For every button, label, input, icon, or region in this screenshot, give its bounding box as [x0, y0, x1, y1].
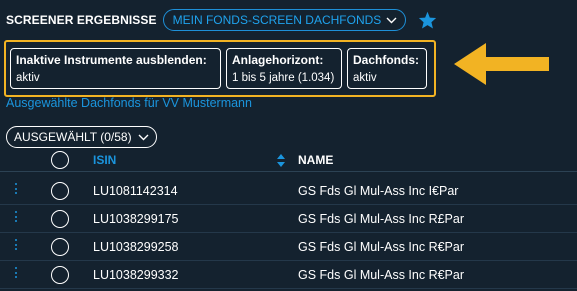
filter-chip-value: aktiv — [353, 72, 377, 84]
filter-chip-title: Inaktive Instrumente ausblenden: — [16, 53, 207, 67]
column-header-isin[interactable]: ISIN — [93, 153, 116, 167]
row-select-radio[interactable] — [51, 210, 69, 228]
cell-isin: LU1038299332 — [93, 268, 179, 282]
cell-isin: LU1038299258 — [93, 240, 179, 254]
selected-count-dropdown[interactable]: AUSGEWÄHLT (0/58) — [6, 126, 157, 148]
cell-isin: LU1081142314 — [93, 184, 178, 198]
filter-chip-title: Anlagehorizont: — [232, 53, 324, 67]
screener-header: SCREENER ERGEBNISSE MEIN FONDS-SCREEN DA… — [6, 9, 437, 31]
row-select-radio[interactable] — [51, 266, 69, 284]
table-row[interactable]: LU1038299258 GS Fds Gl Mul-Ass Inc R€Par — [0, 234, 577, 261]
selected-count-label: AUSGEWÄHLT (0/58) — [14, 130, 132, 144]
screen-select-dropdown[interactable]: MEIN FONDS-SCREEN DACHFONDS — [162, 9, 407, 31]
row-select-radio[interactable] — [51, 238, 69, 256]
more-vertical-icon[interactable] — [14, 267, 18, 278]
row-select-radio[interactable] — [51, 182, 69, 200]
screener-title: SCREENER ERGEBNISSE — [6, 13, 157, 27]
filter-chip-fund-of-funds[interactable]: Dachfonds: aktiv — [347, 48, 427, 89]
filter-chip-inactive-instruments[interactable]: Inaktive Instrumente ausblenden: aktiv — [10, 48, 221, 89]
chevron-down-icon — [386, 17, 397, 23]
filter-chip-value: 1 bis 5 jahre (1.034) — [232, 72, 335, 84]
more-vertical-icon[interactable] — [14, 183, 18, 194]
screen-select-label: MEIN FONDS-SCREEN DACHFONDS — [172, 13, 382, 27]
cell-name: GS Fds Gl Mul-Ass Inc R€Par — [298, 268, 465, 282]
filter-chip-title: Dachfonds: — [353, 53, 419, 67]
column-header-name: NAME — [298, 153, 334, 167]
cell-isin: LU1038299175 — [93, 212, 179, 226]
filter-chip-value: aktiv — [16, 72, 40, 84]
table-row[interactable]: LU1038299332 GS Fds Gl Mul-Ass Inc R€Par — [0, 262, 577, 289]
table-header: ISIN NAME — [0, 148, 577, 172]
star-icon[interactable] — [418, 11, 437, 29]
arrow-left-icon — [454, 43, 549, 85]
table-row[interactable]: LU1038299175 GS Fds Gl Mul-Ass Inc R£Par — [0, 206, 577, 233]
filter-chip-investment-horizon[interactable]: Anlagehorizont: 1 bis 5 jahre (1.034) — [226, 48, 342, 89]
sort-icon[interactable] — [277, 154, 285, 167]
chevron-down-icon — [138, 134, 149, 140]
more-vertical-icon[interactable] — [14, 239, 18, 250]
table-row[interactable]: LU1081142314 GS Fds Gl Mul-Ass Inc I€Par — [0, 178, 577, 205]
more-vertical-icon[interactable] — [14, 211, 18, 222]
select-all-radio[interactable] — [51, 151, 69, 169]
filter-summary-box: Inaktive Instrumente ausblenden: aktiv A… — [4, 40, 436, 97]
cell-name: GS Fds Gl Mul-Ass Inc I€Par — [298, 184, 459, 198]
selected-funds-link[interactable]: Ausgewählte Dachfonds für VV Mustermann — [6, 96, 252, 110]
cell-name: GS Fds Gl Mul-Ass Inc R£Par — [298, 212, 465, 226]
cell-name: GS Fds Gl Mul-Ass Inc R€Par — [298, 240, 465, 254]
